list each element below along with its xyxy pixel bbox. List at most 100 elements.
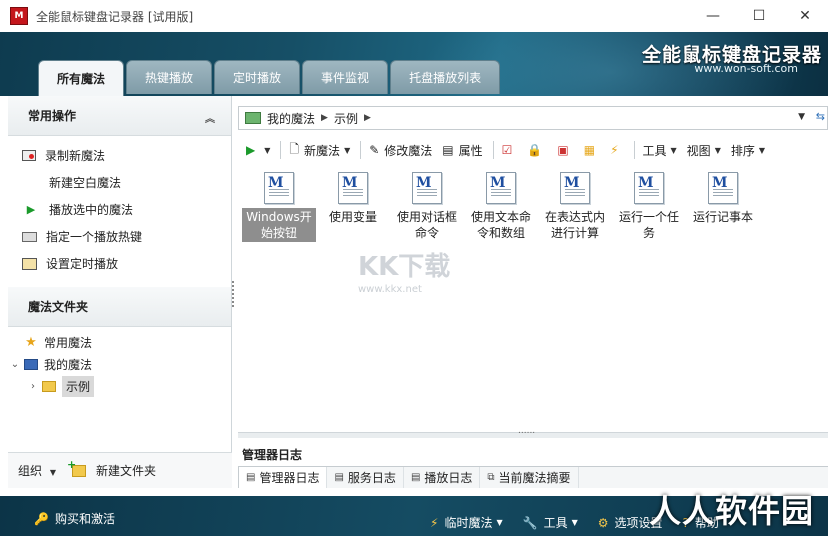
op-label: 播放选中的魔法 (49, 203, 134, 217)
op-assign-hotkey[interactable]: 指定一个播放热键 (8, 223, 231, 250)
op-label: 新建空白魔法 (49, 176, 122, 190)
organize-button[interactable]: 组织 ▼ (18, 462, 56, 479)
folder-icon (42, 380, 56, 392)
log-tabs: ▤ 管理器日志 ▤ 服务日志 ▤ 播放日志 ⧉ 当前魔法摘要 (238, 466, 828, 488)
tab-tray-playlist[interactable]: 托盘播放列表 (390, 60, 501, 94)
star-icon: ★ (25, 334, 37, 350)
tree-label: 示例 (62, 375, 95, 397)
file-item[interactable]: 使用变量 (316, 172, 390, 242)
op-record-new-macro[interactable]: 录制新魔法 (8, 142, 231, 169)
event-button[interactable]: ⚡ (610, 143, 623, 157)
op-label: 指定一个播放热键 (46, 230, 143, 244)
file-item[interactable]: 运行记事本 (686, 172, 760, 242)
edit-icon: ✎ (369, 143, 380, 157)
lightning-icon: ⚡ (610, 143, 619, 157)
common-ops-header[interactable]: 常用操作 ︽ (8, 96, 231, 136)
op-new-blank-macro[interactable]: 新建空白魔法 (8, 169, 231, 196)
address-bar[interactable]: 我的魔法 ▶ 示例 ▶ ▼ ⇆ (238, 106, 828, 130)
log-splitter[interactable] (238, 426, 828, 438)
log-tab-playback[interactable]: ▤ 播放日志 (404, 467, 481, 488)
record-button[interactable]: ▣ (557, 143, 573, 157)
lock-button[interactable]: 🔒 (527, 143, 547, 157)
op-play-selected[interactable]: ▶ 播放选中的魔法 (8, 196, 231, 223)
folder-tree: ★ 常用魔法 ⌄ 我的魔法 › 示例 (8, 327, 231, 397)
properties-button[interactable]: ▤ 属性 (442, 142, 482, 159)
log-icon: ▤ (410, 472, 421, 483)
breadcrumb-my-macros[interactable]: 我的魔法 (267, 110, 315, 127)
log-icon: ▤ (334, 472, 344, 483)
tree-label: 我的魔法 (44, 357, 93, 372)
right-panel: 我的魔法 ▶ 示例 ▶ ▼ ⇆ ▶ ▼ 🗋 新魔法 ▼ ✎ 修改魔法 ▤ 属性 ☑ 🔒 ▣… (238, 96, 828, 488)
file-item[interactable]: 使用对话框命令 (390, 172, 464, 242)
log-icon: ▤ (246, 472, 256, 483)
checklist-button[interactable]: ☑ (502, 143, 518, 157)
tree-item-my-macros[interactable]: ⌄ 我的魔法 (8, 353, 231, 375)
breadcrumb-arrow-icon[interactable]: ▶ (321, 113, 328, 123)
file-name: Windows开始按钮 (242, 208, 316, 242)
sort-menu[interactable]: 排序 ▼ (731, 142, 765, 159)
file-item[interactable]: 在表达式内进行计算 (538, 172, 612, 242)
view-menu[interactable]: 视图 ▼ (687, 142, 721, 159)
log-tab-service[interactable]: ▤ 服务日志 (327, 467, 404, 488)
op-label: 录制新魔法 (45, 149, 106, 163)
computer-icon (24, 358, 38, 370)
address-dropdown-icon[interactable]: ▼ (798, 112, 805, 122)
lightning-icon: ⚡ (430, 515, 439, 530)
file-item[interactable]: 运行一个任务 (612, 172, 686, 242)
blank-icon (22, 176, 40, 190)
macro-folders-header: 魔法文件夹 (8, 287, 231, 327)
temp-macro-menu[interactable]: ⚡ 临时魔法 ▼ (430, 514, 503, 531)
file-name: 在表达式内进行计算 (544, 210, 605, 240)
gear-icon: ⚙ (597, 515, 609, 530)
macro-file-icon (264, 172, 294, 204)
header-band: 全能鼠标键盘记录器 www.won-soft.com 所有魔法 热键播放 定时播… (0, 32, 828, 96)
play-button[interactable]: ▶ ▼ (246, 143, 270, 157)
key-icon: 🔑 (34, 511, 49, 526)
toolbar: ▶ ▼ 🗋 新魔法 ▼ ✎ 修改魔法 ▤ 属性 ☑ 🔒 ▣ ▦ ⚡ 工具 ▼ 视图 ▼ 排序 ▼ (238, 136, 828, 164)
play-icon: ▶ (246, 143, 256, 157)
edit-macro-button[interactable]: ✎ 修改魔法 (369, 142, 432, 159)
macro-file-icon (486, 172, 516, 204)
collapse-icon[interactable]: ︽ (205, 110, 215, 125)
bottom-tools-menu[interactable]: 🔧 工具 ▼ (523, 514, 578, 531)
macro-folders-title: 魔法文件夹 (28, 300, 89, 314)
breadcrumb-arrow-icon[interactable]: ▶ (364, 113, 371, 123)
expand-down-icon[interactable]: ⌄ (8, 359, 22, 370)
macro-file-icon (412, 172, 442, 204)
refresh-icon[interactable]: ⇆ (816, 110, 825, 123)
timer-icon: ▦ (583, 143, 596, 157)
lock-icon: 🔒 (527, 143, 543, 157)
file-list: Windows开始按钮 使用变量 使用对话框命令 使用文本命令和数组 在表达式内… (242, 172, 760, 242)
timer-icon (22, 257, 37, 270)
close-button[interactable]: ✕ (782, 0, 828, 32)
tree-item-examples[interactable]: › 示例 (8, 375, 231, 397)
main-tabs: 所有魔法 热键播放 定时播放 事件监视 托盘播放列表 (38, 60, 501, 96)
minimize-button[interactable]: — (690, 0, 736, 32)
common-ops-title: 常用操作 (28, 109, 77, 123)
tab-scheduled-play[interactable]: 定时播放 (214, 60, 301, 94)
panel-splitter[interactable] (232, 281, 236, 307)
expand-right-icon[interactable]: › (26, 381, 40, 392)
tools-menu[interactable]: 工具 ▼ (643, 142, 677, 159)
log-tab-summary[interactable]: ⧉ 当前魔法摘要 (480, 467, 579, 488)
watermark-url: www.kkx.net (358, 284, 422, 295)
maximize-button[interactable]: ☐ (736, 0, 782, 32)
tab-all-macros[interactable]: 所有魔法 (38, 60, 125, 96)
tree-item-favorites[interactable]: ★ 常用魔法 (8, 331, 231, 353)
timer-button[interactable]: ▦ (584, 143, 600, 157)
file-item[interactable]: Windows开始按钮 (242, 172, 316, 242)
log-tab-manager[interactable]: ▤ 管理器日志 (238, 467, 328, 488)
breadcrumb-examples[interactable]: 示例 (334, 110, 358, 127)
title-bar: M 全能鼠标键盘记录器 [试用版] — ☐ ✕ (0, 0, 828, 32)
file-name: 使用变量 (328, 210, 377, 224)
buy-activate-button[interactable]: 🔑 购买和激活 (34, 510, 115, 527)
op-schedule-play[interactable]: 设置定时播放 (8, 250, 231, 277)
file-item[interactable]: 使用文本命令和数组 (464, 172, 538, 242)
new-macro-button[interactable]: 🗋 新魔法 ▼ (289, 140, 350, 161)
tab-hotkey-play[interactable]: 热键播放 (126, 60, 213, 94)
checklist-icon: ☑ (501, 143, 513, 157)
tab-event-monitor[interactable]: 事件监视 (302, 60, 389, 94)
macro-file-icon (560, 172, 590, 204)
new-folder-button[interactable]: 新建文件夹 (96, 462, 156, 479)
left-footer: 组织 ▼ 新建文件夹 (8, 452, 232, 488)
